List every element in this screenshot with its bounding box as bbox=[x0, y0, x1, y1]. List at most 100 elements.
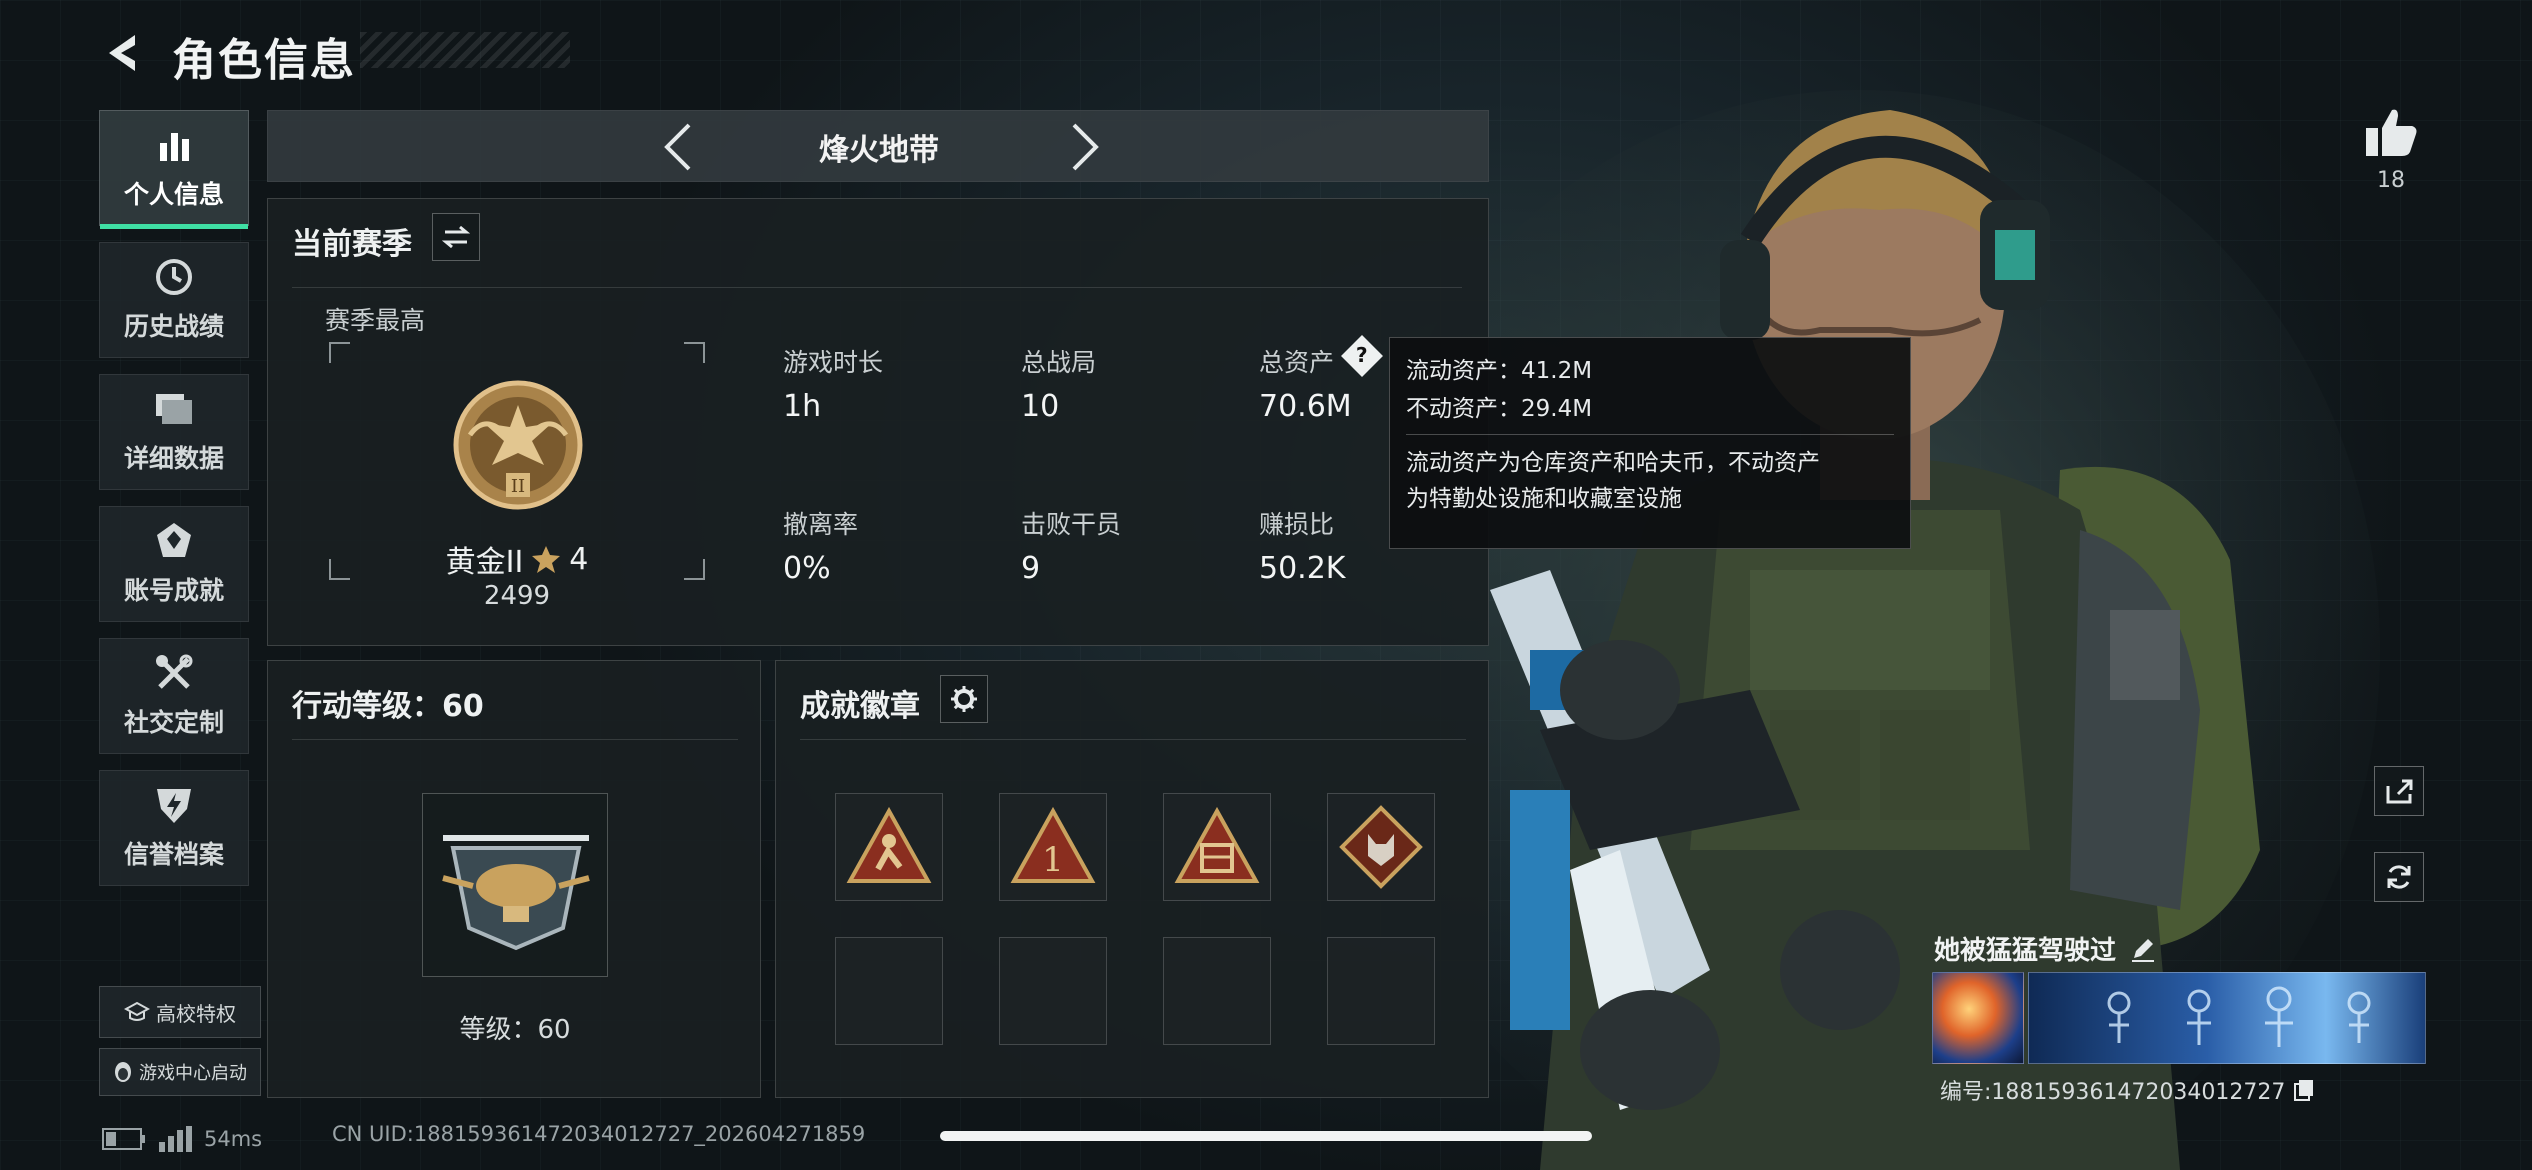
season-title: 当前赛季 bbox=[292, 227, 412, 262]
wolf-badge-icon bbox=[1339, 805, 1423, 889]
banner-figures-illustration bbox=[2107, 986, 2371, 1047]
game-center-launch-label: 游戏中心启动 bbox=[139, 1063, 247, 1084]
tools-icon bbox=[154, 653, 194, 693]
level-caption: 等级：60 bbox=[459, 1015, 571, 1045]
home-indicator[interactable] bbox=[940, 1131, 1592, 1141]
back-button[interactable] bbox=[98, 28, 148, 78]
badges-divider bbox=[800, 739, 1466, 740]
season-best-label: 赛季最高 bbox=[325, 306, 426, 335]
badges-title: 成就徽章 bbox=[800, 689, 920, 724]
bar-chart-icon bbox=[154, 125, 194, 165]
badge-slot-5[interactable] bbox=[835, 937, 943, 1045]
title-decoration bbox=[360, 32, 570, 68]
badge-slot-7[interactable] bbox=[1163, 937, 1271, 1045]
svg-text:1: 1 bbox=[1042, 840, 1064, 880]
avatar[interactable] bbox=[1932, 972, 2024, 1064]
level-panel: 行动等级：60 等级：60 bbox=[267, 660, 761, 1098]
mode-title: 烽火地带 bbox=[819, 133, 939, 168]
refresh-button[interactable] bbox=[2374, 852, 2424, 902]
stat-play-time-value: 1h bbox=[783, 389, 822, 424]
campus-privilege-button[interactable]: 高校特权 bbox=[99, 986, 261, 1038]
chevron-right-icon bbox=[1072, 123, 1099, 171]
stat-total-assets-value: 70.6M bbox=[1259, 389, 1352, 424]
level-divider bbox=[292, 739, 738, 740]
number-one-badge-icon: 1 bbox=[1010, 807, 1096, 883]
runner-badge-icon bbox=[846, 807, 932, 883]
signal-icon bbox=[159, 1126, 192, 1152]
like-count: 18 bbox=[2377, 168, 2405, 193]
stat-total-assets-label: 总资产 bbox=[1259, 348, 1335, 377]
stat-extract-rate-label: 撤离率 bbox=[783, 510, 859, 539]
fixed-assets-text: 不动资产：29.4M bbox=[1406, 396, 1593, 422]
question-icon: ? bbox=[1356, 344, 1368, 368]
swap-icon bbox=[442, 225, 470, 249]
badges-settings-button[interactable] bbox=[940, 675, 988, 723]
battery-icon bbox=[102, 1128, 145, 1150]
liquid-assets-text: 流动资产：41.2M bbox=[1406, 358, 1593, 384]
copy-icon[interactable] bbox=[2293, 1078, 2315, 1102]
helicopter-emblem-icon bbox=[442, 835, 590, 951]
badge-slot-3[interactable] bbox=[1163, 793, 1271, 901]
shield-bolt-icon bbox=[154, 785, 194, 825]
badge-slot-8[interactable] bbox=[1327, 937, 1435, 1045]
mode-switcher: 烽火地带 bbox=[267, 110, 1489, 182]
stat-kills-value: 9 bbox=[1021, 551, 1041, 586]
sidebar-item-personal-info[interactable]: 个人信息 bbox=[99, 110, 249, 229]
badge-slot-1[interactable] bbox=[835, 793, 943, 901]
achievement-icon bbox=[154, 521, 194, 561]
next-mode-button[interactable] bbox=[1060, 121, 1110, 173]
name-card-banner[interactable] bbox=[2028, 972, 2426, 1064]
assets-tooltip: 流动资产：41.2M 不动资产：29.4M 流动资产为仓库资产和哈夫币，不动资产… bbox=[1389, 337, 1911, 549]
back-arrow-icon bbox=[109, 35, 135, 71]
sidebar-item-social-custom[interactable]: 社交定制 bbox=[99, 638, 249, 754]
rank-stars: 4 bbox=[569, 541, 589, 577]
star-icon bbox=[532, 546, 561, 573]
season-panel: 当前赛季 赛季最高 II 黄金II 4 2499 游戏时长 1h 总战局 10 … bbox=[267, 198, 1489, 646]
gold-rank-emblem-icon: II bbox=[453, 380, 583, 510]
level-title: 行动等级：60 bbox=[292, 689, 484, 724]
badge-slot-2[interactable]: 1 bbox=[999, 793, 1107, 901]
badges-panel: 成就徽章 1 bbox=[775, 660, 1489, 1098]
player-id-row: 编号:18815936147203401272​7 bbox=[1940, 1074, 2315, 1106]
stat-profit-ratio-value: 50.2K bbox=[1259, 551, 1346, 586]
penguin-icon bbox=[115, 1062, 131, 1082]
season-switch-button[interactable] bbox=[432, 213, 480, 261]
assets-help-button[interactable]: ? bbox=[1341, 335, 1383, 377]
stat-total-matches-label: 总战局 bbox=[1021, 348, 1097, 377]
gear-icon bbox=[951, 686, 977, 712]
edit-icon[interactable] bbox=[2130, 936, 2156, 962]
share-button[interactable] bbox=[2374, 766, 2424, 816]
campus-privilege-label: 高校特权 bbox=[156, 1001, 236, 1026]
sidebar-item-credit-record[interactable]: 信誉档案 bbox=[99, 770, 249, 886]
stat-total-matches-value: 10 bbox=[1021, 389, 1060, 424]
stat-kills-label: 击败干员 bbox=[1021, 510, 1122, 539]
rank-line: 黄金II 4 bbox=[328, 537, 706, 581]
player-id: 编号:18815936147203401272​7 bbox=[1940, 1080, 2286, 1105]
tooltip-description-1: 流动资产为仓库资产和哈夫币，不动资产 bbox=[1406, 450, 1820, 476]
stat-extract-rate-value: 0% bbox=[783, 551, 831, 586]
clock-icon bbox=[154, 257, 194, 297]
stat-play-time-label: 游戏时长 bbox=[783, 348, 884, 377]
rank-name: 黄金II bbox=[445, 545, 524, 580]
sidebar-item-history[interactable]: 历史战绩 bbox=[99, 242, 249, 358]
sidebar-item-achievements[interactable]: 账号成就 bbox=[99, 506, 249, 622]
thumbs-up-icon bbox=[2366, 109, 2417, 156]
share-icon bbox=[2386, 779, 2413, 804]
status-bar: 54ms bbox=[102, 1126, 262, 1152]
game-center-launch-button[interactable]: 游戏中心启动 bbox=[99, 1048, 261, 1096]
tooltip-divider bbox=[1406, 434, 1894, 435]
level-emblem-frame bbox=[422, 793, 608, 977]
folder-icon bbox=[154, 389, 194, 429]
sidebar-item-detailed-data[interactable]: 详细数据 bbox=[99, 374, 249, 490]
player-name-row: 她被猛猛驾驶过 bbox=[1934, 930, 2446, 967]
badge-slot-6[interactable] bbox=[999, 937, 1107, 1045]
svg-text:II: II bbox=[511, 476, 525, 497]
player-name: 她被猛猛驾驶过 bbox=[1934, 936, 2117, 966]
season-divider bbox=[292, 287, 1462, 288]
campus-icon bbox=[124, 1001, 150, 1021]
badge-slot-4[interactable] bbox=[1327, 793, 1435, 901]
ping-text: 54ms bbox=[204, 1127, 263, 1151]
like-button[interactable]: 18 bbox=[2356, 106, 2426, 193]
page-title: 角色信息 bbox=[172, 35, 356, 86]
crate-badge-icon bbox=[1174, 807, 1260, 883]
